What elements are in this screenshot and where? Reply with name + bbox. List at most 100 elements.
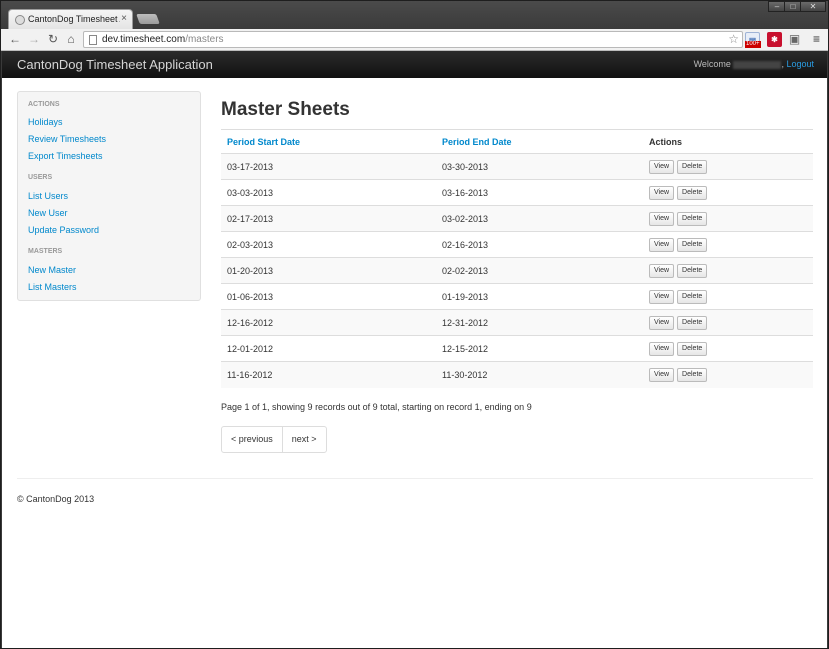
sidebar-item-holidays[interactable]: Holidays xyxy=(28,117,63,127)
delete-button[interactable]: Delete xyxy=(677,315,708,330)
extension-red-icon[interactable]: ✱ xyxy=(767,32,782,47)
welcome-area: Welcome , Logout xyxy=(693,59,814,69)
cell-end-date: 03-16-2013 xyxy=(436,179,643,206)
page-icon xyxy=(89,35,97,45)
view-button[interactable]: View xyxy=(649,263,675,278)
cell-end-date: 02-16-2013 xyxy=(436,231,643,258)
delete-button[interactable]: Delete xyxy=(677,263,708,278)
cell-actions: View Delete xyxy=(643,335,813,362)
back-icon[interactable]: ← xyxy=(8,32,22,46)
sidebar-item-review-timesheets[interactable]: Review Timesheets xyxy=(28,134,106,144)
bookmark-star-icon[interactable]: ☆ xyxy=(728,32,739,46)
previous-page-link[interactable]: < previous xyxy=(222,427,282,452)
table-row: 11-16-2012 11-30-2012 View Delete xyxy=(221,361,813,388)
url-text[interactable]: dev.timesheet.com/masters xyxy=(102,34,224,45)
delete-button[interactable]: Delete xyxy=(677,211,708,226)
view-button[interactable]: View xyxy=(649,237,675,252)
cell-start-date: 11-16-2012 xyxy=(221,361,436,388)
cell-start-date: 01-06-2013 xyxy=(221,283,436,310)
cell-start-date: 02-03-2013 xyxy=(221,231,436,258)
extension-grey-icon[interactable]: ▣ xyxy=(787,32,802,47)
cell-end-date: 12-15-2012 xyxy=(436,335,643,362)
view-button[interactable]: View xyxy=(649,341,675,356)
app-navbar: CantonDog Timesheet Application Welcome … xyxy=(2,51,827,78)
logout-link[interactable]: Logout xyxy=(786,59,814,69)
sidebar-item-update-password[interactable]: Update Password xyxy=(28,225,99,235)
pagination: < previous next > xyxy=(221,426,327,453)
cell-start-date: 03-03-2013 xyxy=(221,179,436,206)
sidebar-header-actions: ACTIONS xyxy=(28,101,60,108)
footer-divider xyxy=(17,478,813,479)
table-row: 02-03-2013 02-16-2013 View Delete xyxy=(221,231,813,258)
next-page-link[interactable]: next > xyxy=(281,427,326,452)
table-row: 12-16-2012 12-31-2012 View Delete xyxy=(221,309,813,336)
tab-title: CantonDog Timesheet Ap xyxy=(28,14,120,24)
sidebar-item-new-master[interactable]: New Master xyxy=(28,265,76,275)
welcome-text: Welcome xyxy=(693,59,731,69)
cell-start-date: 12-16-2012 xyxy=(221,309,436,336)
delete-button[interactable]: Delete xyxy=(677,237,708,252)
pagination-summary: Page 1 of 1, showing 9 records out of 9 … xyxy=(221,402,532,412)
reload-icon[interactable]: ↻ xyxy=(46,32,60,46)
extension-calendar-icon[interactable]: ▦100+ xyxy=(745,32,761,48)
table-row: 02-17-2013 03-02-2013 View Delete xyxy=(221,205,813,232)
delete-button[interactable]: Delete xyxy=(677,367,708,382)
window-close-button[interactable]: ✕ xyxy=(800,1,826,12)
column-header-end-date[interactable]: Period End Date xyxy=(436,129,643,154)
column-header-actions: Actions xyxy=(643,129,813,154)
address-bar[interactable]: dev.timesheet.com/masters ☆ xyxy=(83,31,743,48)
table-row: 01-20-2013 02-02-2013 View Delete xyxy=(221,257,813,284)
table-row: 12-01-2012 12-15-2012 View Delete xyxy=(221,335,813,362)
table-row: 01-06-2013 01-19-2013 View Delete xyxy=(221,283,813,310)
cell-actions: View Delete xyxy=(643,179,813,206)
cell-actions: View Delete xyxy=(643,257,813,284)
view-button[interactable]: View xyxy=(649,289,675,304)
sidebar: ACTIONS Holidays Review Timesheets Expor… xyxy=(17,91,201,301)
cell-end-date: 11-30-2012 xyxy=(436,361,643,388)
view-button[interactable]: View xyxy=(649,185,675,200)
cell-end-date: 02-02-2013 xyxy=(436,257,643,284)
sidebar-item-list-users[interactable]: List Users xyxy=(28,191,68,201)
view-button[interactable]: View xyxy=(649,367,675,382)
view-button[interactable]: View xyxy=(649,211,675,226)
table-row: 03-17-2013 03-30-2013 View Delete xyxy=(221,153,813,180)
sidebar-item-export-timesheets[interactable]: Export Timesheets xyxy=(28,151,103,161)
cell-start-date: 12-01-2012 xyxy=(221,335,436,362)
browser-tab[interactable]: CantonDog Timesheet Ap × xyxy=(8,9,133,30)
cell-start-date: 01-20-2013 xyxy=(221,257,436,284)
delete-button[interactable]: Delete xyxy=(677,159,708,174)
table-header-row: Period Start Date Period End Date Action… xyxy=(221,129,813,154)
browser-toolbar: ← → ↻ ⌂ dev.timesheet.com/masters ☆ ▦100… xyxy=(1,29,828,51)
app-brand[interactable]: CantonDog Timesheet Application xyxy=(17,57,213,72)
cell-actions: View Delete xyxy=(643,231,813,258)
sidebar-header-masters: MASTERS xyxy=(28,248,63,255)
sidebar-item-list-masters[interactable]: List Masters xyxy=(28,282,77,292)
cell-actions: View Delete xyxy=(643,153,813,180)
forward-icon[interactable]: → xyxy=(27,32,41,46)
view-button[interactable]: View xyxy=(649,159,675,174)
cell-end-date: 01-19-2013 xyxy=(436,283,643,310)
home-icon[interactable]: ⌂ xyxy=(64,32,78,46)
url-host: dev.timesheet.com xyxy=(102,34,186,45)
page-viewport: CantonDog Timesheet Application Welcome … xyxy=(2,51,827,648)
browser-window: CantonDog Timesheet Ap × ‒ □ ✕ ← → ↻ ⌂ d… xyxy=(0,0,829,649)
url-path: /masters xyxy=(185,34,224,45)
cell-actions: View Delete xyxy=(643,309,813,336)
menu-icon[interactable]: ≡ xyxy=(809,32,824,47)
page-title: Master Sheets xyxy=(221,99,350,120)
delete-button[interactable]: Delete xyxy=(677,289,708,304)
view-button[interactable]: View xyxy=(649,315,675,330)
delete-button[interactable]: Delete xyxy=(677,341,708,356)
column-header-start-date[interactable]: Period Start Date xyxy=(221,129,436,154)
cell-end-date: 03-30-2013 xyxy=(436,153,643,180)
table-row: 03-03-2013 03-16-2013 View Delete xyxy=(221,179,813,206)
cell-actions: View Delete xyxy=(643,205,813,232)
tab-close-icon[interactable]: × xyxy=(121,13,127,24)
delete-button[interactable]: Delete xyxy=(677,185,708,200)
username-redacted xyxy=(733,60,782,69)
sidebar-item-new-user[interactable]: New User xyxy=(28,208,68,218)
new-tab-button[interactable] xyxy=(136,14,160,24)
cell-end-date: 03-02-2013 xyxy=(436,205,643,232)
favicon-icon xyxy=(15,15,25,25)
sidebar-header-users: USERS xyxy=(28,174,53,181)
